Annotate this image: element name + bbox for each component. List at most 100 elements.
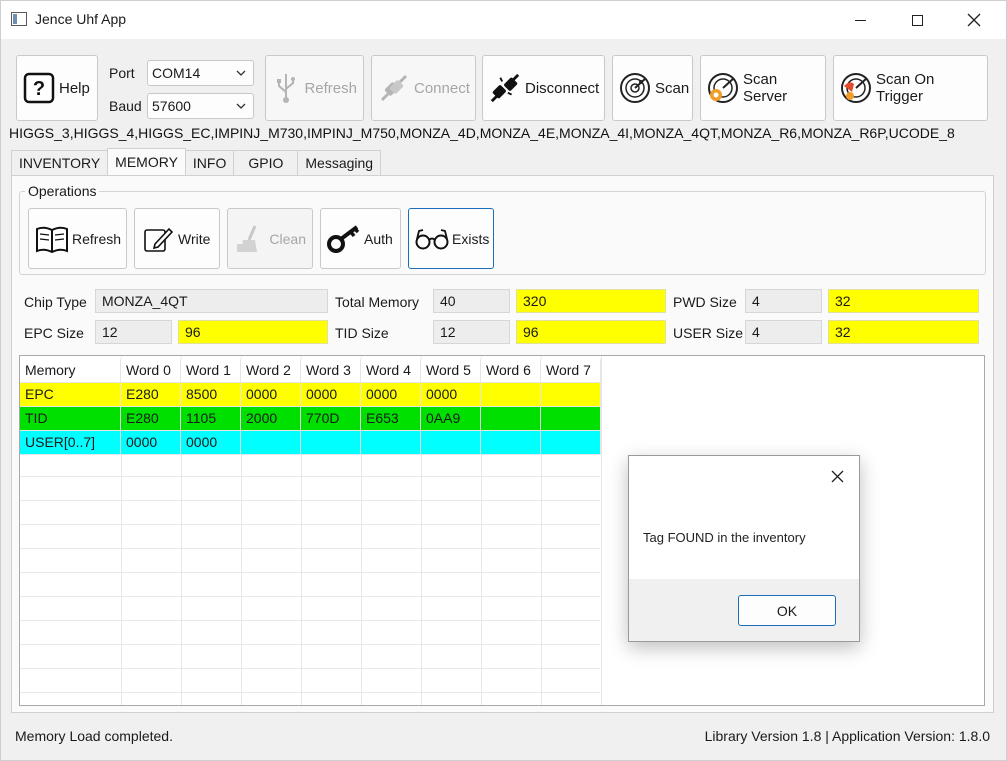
scan-on-trigger-label: Scan On Trigger: [876, 71, 935, 105]
column-header: Word 5: [421, 359, 481, 383]
word-cell[interactable]: 0AA9: [421, 407, 481, 431]
connect-label: Connect: [414, 79, 470, 97]
supported-chips-text: HIGGS_3,HIGGS_4,HIGGS_EC,IMPINJ_M730,IMP…: [9, 125, 955, 141]
column-header: Word 3: [301, 359, 361, 383]
disconnect-button[interactable]: Disconnect: [482, 55, 605, 121]
usb-icon: [272, 72, 300, 104]
word-cell[interactable]: [241, 431, 301, 455]
grid-line: [20, 572, 600, 573]
word-cell[interactable]: [541, 383, 601, 407]
radar-server-icon: [707, 72, 739, 104]
word-cell[interactable]: [541, 407, 601, 431]
word-cell[interactable]: 1105: [181, 407, 241, 431]
baud-value: 57600: [152, 98, 191, 114]
word-cell[interactable]: [421, 431, 481, 455]
clean-button[interactable]: Clean: [227, 208, 313, 269]
grid-line: [20, 668, 600, 669]
dialog-message: Tag FOUND in the inventory: [643, 530, 806, 545]
baud-select[interactable]: 57600: [147, 93, 254, 119]
tid-bits-field: 96: [516, 320, 666, 344]
tid-words-field: 12: [433, 320, 510, 344]
tab-inventory[interactable]: INVENTORY: [11, 150, 109, 175]
word-cell[interactable]: 770D: [301, 407, 361, 431]
word-cell[interactable]: 0000: [361, 383, 421, 407]
word-cell[interactable]: [481, 407, 541, 431]
port-select[interactable]: COM14: [147, 60, 254, 86]
word-cell[interactable]: 0000: [241, 383, 301, 407]
baud-label: Baud: [109, 98, 142, 114]
epc-bits-field: 96: [178, 320, 328, 344]
scan-server-button[interactable]: Scan Server: [700, 55, 826, 121]
refresh-ports-button[interactable]: Refresh: [265, 55, 364, 121]
operations-title: Operations: [25, 183, 100, 199]
scan-label: Scan: [655, 79, 690, 97]
plug-icon: [378, 72, 410, 104]
auth-label: Auth: [364, 230, 393, 247]
tab-gpio[interactable]: GPIO: [233, 150, 299, 175]
word-cell[interactable]: 0000: [121, 431, 181, 455]
write-label: Write: [178, 230, 211, 247]
word-cell[interactable]: [481, 431, 541, 455]
port-label: Port: [109, 65, 135, 81]
grid-line: [20, 500, 600, 501]
column-header: Word 1: [181, 359, 241, 383]
grid-line: [20, 476, 600, 477]
word-cell[interactable]: 8500: [181, 383, 241, 407]
chip-type-field: MONZA_4QT: [95, 289, 328, 313]
grid-line: [20, 620, 600, 621]
chevron-down-icon: [236, 103, 246, 109]
scan-button[interactable]: Scan: [612, 55, 693, 121]
read-memory-button[interactable]: Refresh: [28, 208, 127, 269]
broom-icon: [234, 222, 266, 256]
pwd-size-label: PWD Size: [673, 294, 737, 310]
close-icon: [967, 13, 981, 27]
word-cell[interactable]: 2000: [241, 407, 301, 431]
memory-bank-cell[interactable]: EPC: [20, 383, 121, 407]
maximize-button[interactable]: [894, 1, 940, 39]
word-cell[interactable]: E653: [361, 407, 421, 431]
word-cell[interactable]: [301, 431, 361, 455]
epc-words-field: 12: [95, 320, 172, 344]
help-button[interactable]: ? Help: [16, 55, 98, 121]
message-dialog: Tag FOUND in the inventory OK: [628, 455, 860, 642]
memory-bank-cell[interactable]: USER[0..7]: [20, 431, 121, 455]
column-header: Word 6: [481, 359, 541, 383]
tab-info[interactable]: INFO: [184, 150, 235, 175]
total-memory-words-field: 40: [433, 289, 510, 313]
memory-bank-cell[interactable]: TID: [20, 407, 121, 431]
tab-messaging[interactable]: Messaging: [297, 150, 382, 175]
exists-label: Exists: [452, 230, 490, 247]
disconnect-plug-icon: [489, 72, 521, 104]
write-button[interactable]: Write: [134, 208, 220, 269]
close-icon: [831, 470, 843, 482]
minimize-button[interactable]: [837, 1, 883, 39]
ok-button[interactable]: OK: [738, 595, 836, 626]
pencil-icon: [141, 222, 175, 256]
status-bar: Memory Load completed. Library Version 1…: [1, 721, 1006, 761]
disconnect-label: Disconnect: [525, 79, 600, 97]
word-cell[interactable]: [481, 383, 541, 407]
tab-bar: INVENTORY MEMORY INFO GPIO Messaging: [11, 148, 382, 175]
minimize-icon: [854, 19, 866, 21]
word-cell[interactable]: [361, 431, 421, 455]
word-cell[interactable]: [541, 431, 601, 455]
window-close-button[interactable]: [951, 1, 997, 39]
word-cell[interactable]: E280: [121, 383, 181, 407]
word-cell[interactable]: E280: [121, 407, 181, 431]
epc-size-label: EPC Size: [24, 325, 84, 341]
help-label: Help: [59, 79, 90, 97]
tab-memory[interactable]: MEMORY: [107, 148, 186, 175]
scan-server-label: Scan Server: [743, 71, 788, 105]
user-words-field: 4: [745, 320, 822, 344]
app-window: Jence Uhf App ? Help Port COM14 Baud 576…: [0, 0, 1007, 761]
connect-button[interactable]: Connect: [371, 55, 476, 121]
word-cell[interactable]: 0000: [181, 431, 241, 455]
word-cell[interactable]: 0000: [421, 383, 481, 407]
exists-button[interactable]: Exists: [408, 208, 494, 269]
dialog-close-button[interactable]: [823, 464, 851, 488]
key-icon: [327, 222, 361, 256]
scan-on-trigger-button[interactable]: Scan On Trigger: [833, 55, 988, 121]
auth-button[interactable]: Auth: [320, 208, 401, 269]
word-cell[interactable]: 0000: [301, 383, 361, 407]
book-icon: [35, 222, 69, 256]
